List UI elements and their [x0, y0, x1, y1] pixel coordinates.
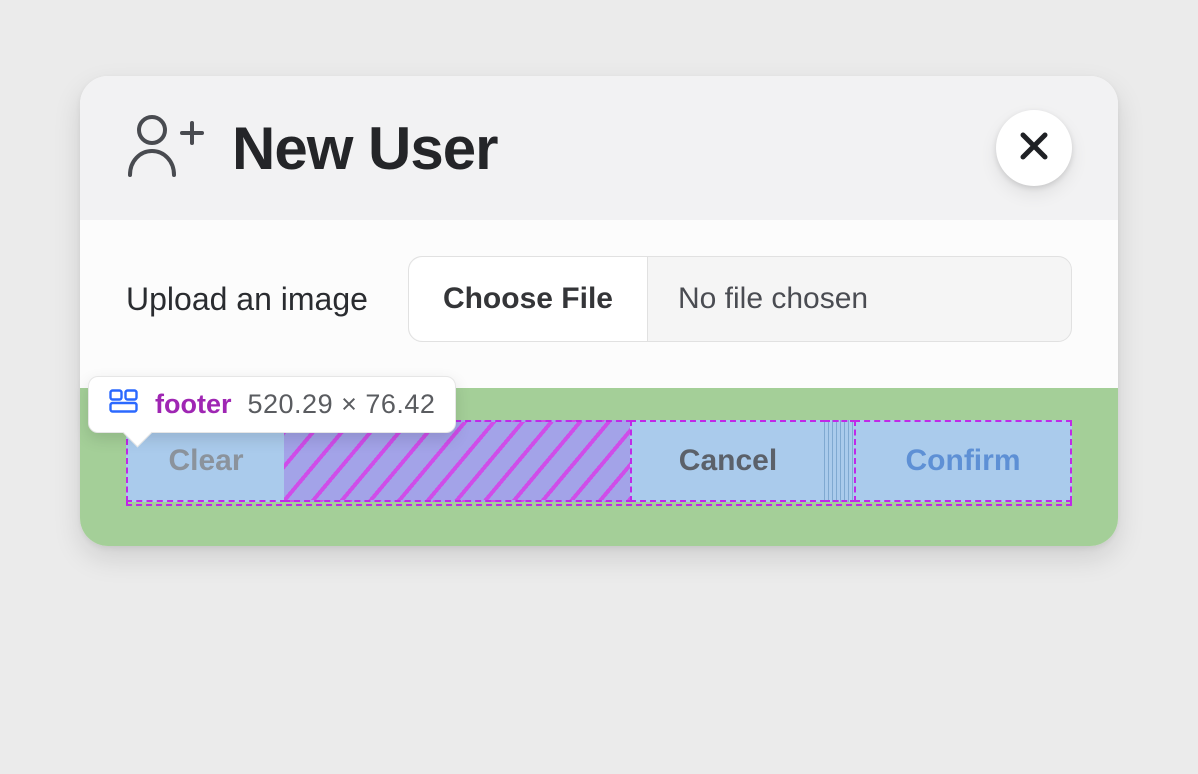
close-icon	[1018, 130, 1050, 167]
tooltip-element-size: 520.29 × 76.42	[248, 389, 436, 420]
user-plus-icon	[126, 113, 204, 184]
upload-image-label: Upload an image	[126, 281, 368, 318]
devtools-margin-overlay	[824, 420, 856, 502]
choose-file-button[interactable]: Choose File	[409, 257, 648, 341]
new-user-dialog: New User Upload an image Choose File No …	[80, 76, 1118, 546]
tooltip-element-tag: footer	[155, 389, 232, 420]
flex-container-icon	[109, 389, 139, 420]
close-button[interactable]	[996, 110, 1072, 186]
confirm-button[interactable]: Confirm	[854, 420, 1072, 502]
cancel-button[interactable]: Cancel	[630, 420, 826, 502]
file-input[interactable]: Choose File No file chosen	[408, 256, 1072, 342]
dialog-title: New User	[232, 114, 968, 183]
dialog-header: New User	[80, 76, 1118, 220]
devtools-element-tooltip: footer 520.29 × 76.42	[88, 376, 456, 433]
dialog-body: Upload an image Choose File No file chos…	[80, 220, 1118, 388]
file-status-text: No file chosen	[648, 257, 1071, 341]
